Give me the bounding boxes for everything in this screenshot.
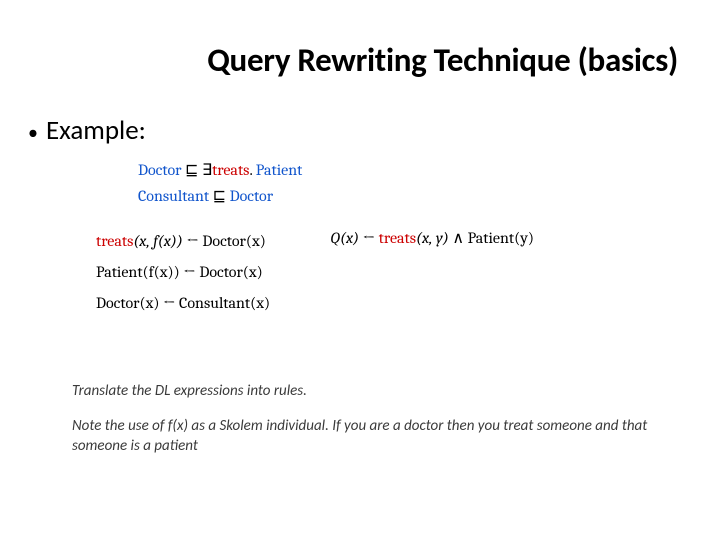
arrow-icon: ←: [180, 263, 200, 281]
rule-1-head-args: (x, f(x)): [133, 232, 182, 250]
slide-title: Query Rewriting Technique (basics): [42, 40, 678, 80]
rule-1-body: Doctor(x): [202, 232, 265, 250]
arrow-icon: ←: [359, 229, 379, 247]
note-2: Note the use of f(x) as a Skolem individ…: [72, 416, 678, 457]
rules-zone: treats(x, f(x)) ← Doctor(x) Patient(f(x)…: [42, 226, 678, 320]
rule-3-body: Consultant(x): [179, 294, 270, 312]
query-head: Q(x): [330, 229, 359, 247]
rule-3: Doctor(x) ← Consultant(x): [96, 288, 270, 319]
footer-notes: Translate the DL expressions into rules.…: [72, 381, 678, 456]
role-treats: treats: [212, 161, 249, 179]
rules-left: treats(x, f(x)) ← Doctor(x) Patient(f(x)…: [96, 226, 270, 320]
rule-2-head: Patient(f(x)): [96, 263, 180, 281]
query-rule: Q(x) ← treats(x, y) ∧ Patient(y): [330, 228, 534, 247]
dl-axioms: Doctor ⊑ ∃treats. Patient Consultant ⊑ D…: [138, 157, 678, 210]
subsumption-symbol: ⊑: [213, 187, 226, 205]
bullet-label: Example:: [46, 114, 146, 147]
rule-2-body: Doctor(x): [199, 263, 262, 281]
subsumption-symbol: ⊑: [185, 161, 198, 179]
arrow-icon: ←: [159, 294, 179, 312]
rule-1: treats(x, f(x)) ← Doctor(x): [96, 226, 270, 257]
concept-doctor: Doctor: [138, 161, 182, 179]
example-bullet: • Example:: [42, 114, 678, 147]
bullet-icon: •: [28, 123, 38, 143]
axiom-2: Consultant ⊑ Doctor: [138, 183, 678, 209]
axiom-1: Doctor ⊑ ∃treats. Patient: [138, 157, 678, 183]
concept-consultant: Consultant: [138, 187, 209, 205]
note-1: Translate the DL expressions into rules.: [72, 381, 678, 401]
arrow-icon: ←: [183, 232, 203, 250]
pred-treats: treats: [379, 229, 416, 247]
and-symbol: ∧: [449, 229, 468, 247]
query-b1-args: (x, y): [416, 229, 449, 247]
slide: Query Rewriting Technique (basics) • Exa…: [0, 0, 720, 540]
rule-2: Patient(f(x)) ← Doctor(x): [96, 257, 270, 288]
concept-doctor: Doctor: [230, 187, 274, 205]
query-b2: Patient(y): [468, 229, 534, 247]
concept-patient: Patient: [256, 161, 303, 179]
dot: .: [249, 161, 252, 179]
exists-symbol: ∃: [202, 161, 212, 179]
rule-3-head: Doctor(x): [96, 294, 159, 312]
pred-treats: treats: [96, 232, 133, 250]
